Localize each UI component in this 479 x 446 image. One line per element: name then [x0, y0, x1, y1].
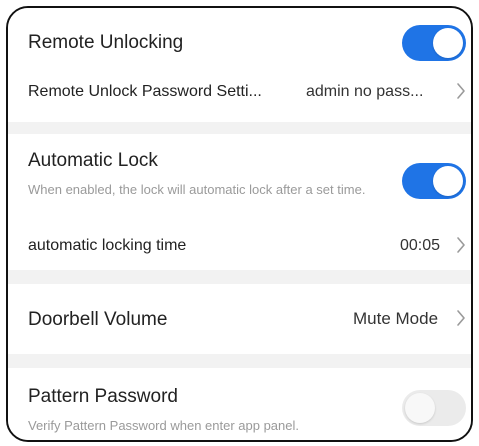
pattern-password-toggle[interactable] — [402, 390, 466, 426]
remote-unlock-password-setting-row[interactable]: Remote Unlock Password Setti... admin no… — [8, 72, 471, 112]
chevron-right-icon — [456, 82, 470, 102]
toggle-knob — [433, 28, 463, 58]
chevron-right-icon — [456, 236, 470, 256]
toggle-knob — [433, 166, 463, 196]
toggle-knob — [405, 393, 435, 423]
automatic-lock-description: When enabled, the lock will automatic lo… — [28, 182, 366, 197]
remote-unlock-password-setting-label: Remote Unlock Password Setti... — [28, 83, 262, 100]
automatic-locking-time-row[interactable]: automatic locking time 00:05 — [8, 226, 471, 266]
remote-unlocking-section: Remote Unlocking Remote Unlock Password … — [8, 8, 471, 122]
doorbell-volume-label: Doorbell Volume — [28, 309, 168, 330]
doorbell-volume-row[interactable]: Doorbell Volume Mute Mode — [8, 284, 471, 354]
doorbell-volume-value: Mute Mode — [353, 309, 439, 328]
settings-panel: Remote Unlocking Remote Unlock Password … — [6, 6, 473, 442]
automatic-lock-toggle[interactable] — [402, 163, 466, 199]
automatic-locking-time-label: automatic locking time — [28, 237, 187, 254]
remote-unlocking-label: Remote Unlocking — [28, 32, 184, 53]
automatic-lock-section: Automatic Lock When enabled, the lock wi… — [8, 134, 471, 270]
automatic-locking-time-value: 00:05 — [400, 237, 441, 254]
remote-unlocking-toggle[interactable] — [402, 25, 466, 61]
pattern-password-description: Verify Pattern Password when enter app p… — [28, 418, 299, 433]
remote-unlock-password-setting-value: admin no pass... — [306, 83, 424, 100]
automatic-lock-label: Automatic Lock — [28, 150, 158, 171]
chevron-right-icon — [456, 309, 470, 329]
pattern-password-section: Pattern Password Verify Pattern Password… — [8, 368, 471, 440]
pattern-password-label: Pattern Password — [28, 386, 178, 407]
